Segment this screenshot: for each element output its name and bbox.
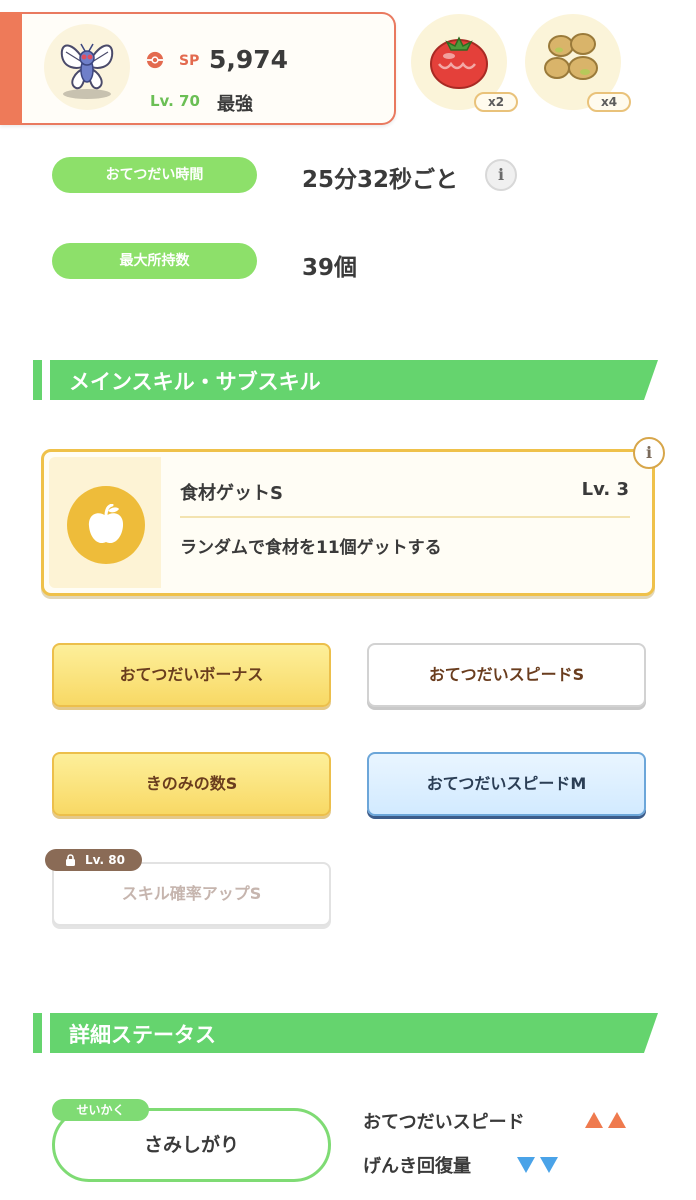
section-bar [33, 360, 42, 400]
details-section-title: 詳細ステータス [69, 1023, 216, 1047]
ingredient-count-2: x4 [587, 92, 631, 112]
help-time-label: おてつだい時間 [52, 157, 257, 193]
apple-icon [88, 504, 124, 544]
main-skill-icon [67, 486, 145, 564]
butterfree-icon [60, 43, 114, 99]
pokemon-level: Lv. 70 [150, 92, 200, 110]
sp-value: 5,974 [209, 45, 289, 74]
max-carry-label: 最大所持数 [52, 243, 257, 279]
info-icon[interactable]: i [633, 437, 665, 469]
subskill-2[interactable]: おてつだいスピードS [367, 643, 646, 707]
subskill-5-locked[interactable]: スキル確率アップS [52, 862, 331, 926]
pokemon-avatar [44, 24, 130, 110]
skills-section-title: メインスキル・サブスキル [69, 370, 321, 394]
down-arrows-icon [517, 1157, 558, 1173]
main-skill-card[interactable]: 食材ゲットS Lv. 3 ランダムで食材を11個ゲットする [41, 449, 655, 596]
up-arrows-icon [585, 1112, 626, 1128]
strength-icon [146, 51, 164, 69]
unlock-level-tag: Lv. 80 [45, 849, 142, 871]
subskill-4[interactable]: おてつだいスピードM [367, 752, 646, 816]
divider [180, 516, 630, 518]
main-skill-level: Lv. 3 [581, 479, 629, 500]
max-carry-value: 39個 [302, 255, 358, 281]
info-icon[interactable]: i [485, 159, 517, 191]
sp-label: SP [179, 53, 200, 69]
soybeans-icon [544, 33, 598, 80]
nature-tag: せいかく [52, 1099, 149, 1121]
details-section-header: 詳細ステータス [33, 1013, 658, 1053]
lock-icon [66, 854, 75, 866]
pokemon-nickname: 最強 [217, 94, 253, 115]
ingredient-count-1: x2 [474, 92, 518, 112]
main-skill-name: 食材ゲットS [180, 483, 283, 504]
subskill-1[interactable]: おてつだいボーナス [52, 643, 331, 707]
main-skill-icon-panel [49, 457, 161, 588]
pokemon-card[interactable]: SP 5,974 Lv. 70 最強 [0, 12, 396, 125]
section-bar [33, 1013, 42, 1053]
help-time-value: 25分32秒ごと [302, 167, 459, 193]
unlock-level: Lv. 80 [85, 853, 125, 867]
effect-up-label: おてつだいスピード [363, 1112, 525, 1133]
subskill-3[interactable]: きのみの数S [52, 752, 331, 816]
effect-down-label: げんき回復量 [363, 1156, 471, 1177]
main-skill-description: ランダムで食材を11個ゲットする [180, 538, 442, 558]
skills-section-header: メインスキル・サブスキル [33, 360, 658, 400]
card-accent-stripe [0, 12, 22, 125]
tomato-icon [430, 36, 488, 89]
